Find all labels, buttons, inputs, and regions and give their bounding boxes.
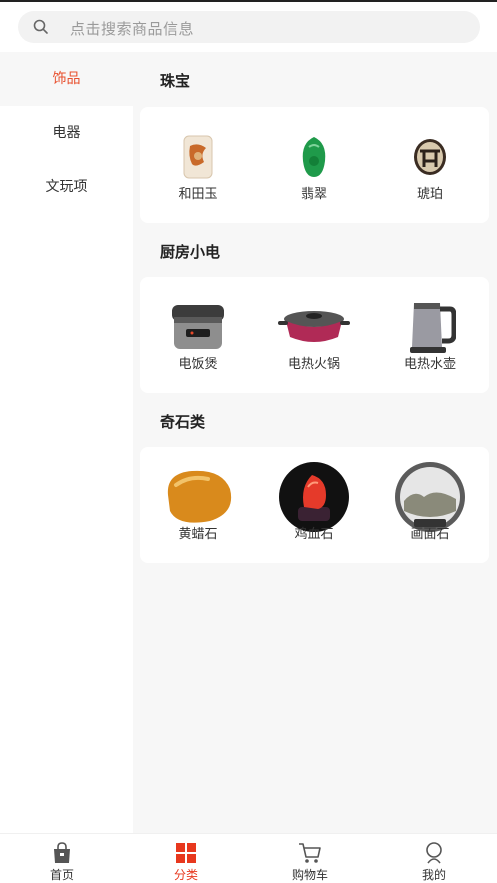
category-sidebar: 饰品 电器 文玩项	[0, 52, 133, 833]
category-item-label: 电热火锅	[287, 357, 340, 372]
category-item-bloodstone[interactable]: 鸡血石	[256, 447, 372, 563]
section-card-stones: 黄蜡石 鸡血石 画面石	[140, 447, 489, 563]
search-placeholder: 点击搜索商品信息	[70, 20, 195, 38]
search-bar: 点击搜索商品信息	[0, 2, 497, 52]
section-title-kitchen: 厨房小电	[160, 243, 221, 261]
category-item-label: 和田玉	[178, 187, 218, 202]
section-title-stones: 奇石类	[160, 413, 206, 431]
cart-icon	[299, 843, 321, 863]
category-item-label: 鸡血石	[294, 527, 334, 542]
section-title-jewelry: 珠宝	[160, 72, 191, 90]
tab-profile[interactable]: 我的	[372, 834, 496, 883]
category-item-label: 翡翠	[300, 187, 327, 202]
tab-label: 分类	[173, 868, 198, 882]
category-content: 珠宝 和田玉 翡翠 琥珀 厨房小电 电饭煲 电热火锅 电热水壶 奇石类 黄蜡石 …	[133, 52, 497, 833]
tab-home[interactable]: 首页	[0, 834, 124, 883]
bottom-tab-bar: 首页 分类 购物车 我的	[0, 833, 497, 883]
section-card-kitchen: 电饭煲 电热火锅 电热水壶	[140, 277, 489, 393]
category-item-label: 电热水壶	[403, 357, 456, 372]
tab-category[interactable]: 分类	[124, 834, 248, 883]
shopping-bag-icon	[54, 842, 70, 863]
search-icon	[33, 19, 48, 34]
category-item-kettle[interactable]: 电热水壶	[372, 277, 488, 393]
category-item-label: 画面石	[410, 527, 450, 542]
category-grid-icon	[176, 843, 196, 863]
category-item-hetian-jade[interactable]: 和田玉	[140, 107, 256, 223]
category-item-rice-cooker[interactable]: 电饭煲	[140, 277, 256, 393]
category-item-hotpot[interactable]: 电热火锅	[256, 277, 372, 393]
tab-label: 首页	[49, 868, 74, 882]
category-item-label: 黄蜡石	[178, 527, 218, 542]
category-item-label: 琥珀	[416, 187, 443, 202]
category-item-jadeite[interactable]: 翡翠	[256, 107, 372, 223]
sidebar-item-appliances[interactable]: 电器	[0, 106, 133, 160]
sidebar-item-accessories[interactable]: 饰品	[0, 52, 133, 106]
category-item-yellow-wax-stone[interactable]: 黄蜡石	[140, 447, 256, 563]
section-card-jewelry: 和田玉 翡翠 琥珀	[140, 107, 489, 223]
sidebar-item-collectibles[interactable]: 文玩项	[0, 160, 133, 214]
tab-cart[interactable]: 购物车	[248, 834, 372, 883]
profile-icon	[426, 842, 442, 864]
tab-label: 我的	[421, 868, 446, 882]
category-item-label: 电饭煲	[178, 357, 218, 372]
search-input[interactable]: 点击搜索商品信息	[18, 11, 480, 43]
tab-label: 购物车	[291, 868, 328, 882]
category-item-picture-stone[interactable]: 画面石	[372, 447, 488, 563]
category-item-amber[interactable]: 琥珀	[372, 107, 488, 223]
